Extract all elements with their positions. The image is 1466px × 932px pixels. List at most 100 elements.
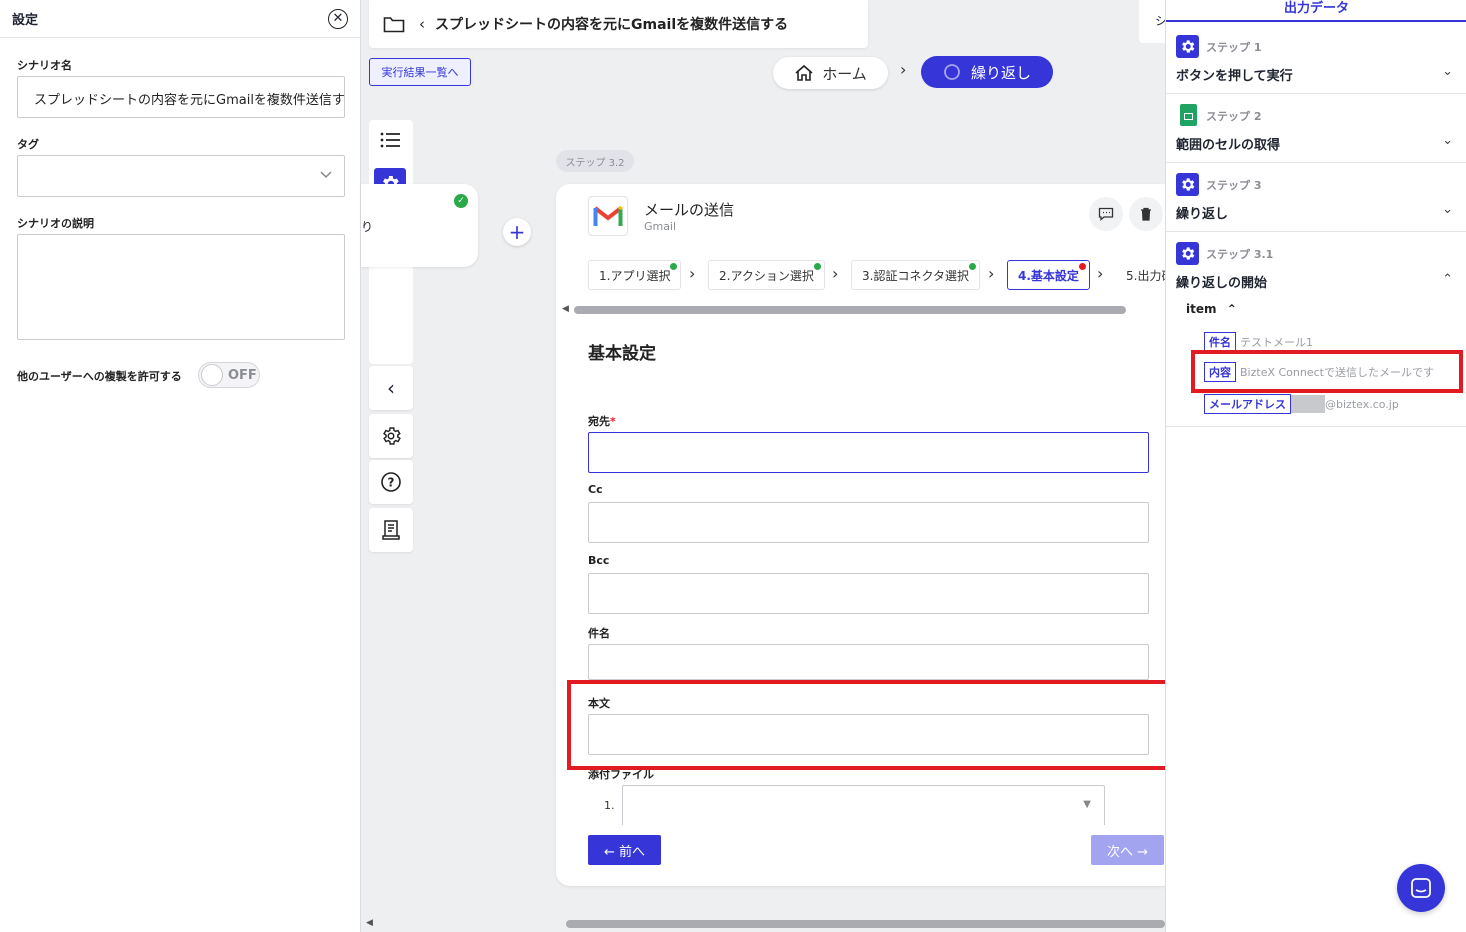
close-icon[interactable]: ✕ — [328, 8, 348, 29]
google-sheets-icon — [1180, 104, 1197, 126]
output-step-number: ステップ 3.1 — [1206, 248, 1274, 261]
copy-permission-toggle[interactable]: OFF — [198, 362, 260, 388]
chevron-up-icon: ⌃ — [1226, 302, 1237, 316]
item-group[interactable]: item ⌃ — [1186, 302, 1237, 316]
scenario-name-value: スプレッドシートの内容を元にGmailを複数件送信する — [34, 93, 345, 108]
back-chevron-icon[interactable]: ‹ — [419, 15, 425, 33]
add-step-icon[interactable]: + — [503, 218, 531, 246]
output-step-2[interactable]: ステップ 2 範囲のセルの取得 ⌄ — [1166, 94, 1466, 163]
log-button[interactable] — [369, 508, 413, 552]
folder-icon[interactable] — [383, 15, 405, 33]
description-textarea[interactable] — [17, 234, 345, 340]
tab-chevron-icon: › — [988, 264, 995, 283]
error-dot-icon — [1078, 263, 1086, 270]
app-title: メールの送信 — [644, 201, 735, 219]
tab-basic-settings[interactable]: 4.基本設定 — [1007, 260, 1090, 290]
output-step-name: 繰り返しの開始 — [1176, 276, 1268, 291]
chevron-down-icon[interactable]: ⌄ — [1442, 133, 1453, 148]
output-item-row[interactable]: 件名 テストメール1 — [1204, 332, 1313, 352]
home-nav-label: ホーム — [822, 64, 867, 83]
trash-icon — [1141, 207, 1151, 221]
loop-nav-label: 繰り返し — [970, 63, 1031, 82]
caret-down-icon: ▼ — [1083, 799, 1091, 810]
home-icon — [795, 64, 813, 81]
bcc-input[interactable] — [588, 573, 1149, 614]
tab-output-check[interactable]: 5.出力確 — [1116, 260, 1165, 290]
tab-app-select[interactable]: 1.アプリ選択 — [588, 260, 682, 290]
toggle-state-text: OFF — [228, 367, 257, 383]
list-icon[interactable] — [380, 131, 402, 153]
bcc-label: Bcc — [588, 554, 610, 567]
output-item-row[interactable]: メールアドレス @biztex.co.jp — [1204, 394, 1399, 414]
results-link-button[interactable]: 実行結果一覧へ — [369, 58, 471, 86]
tag-label: タグ — [17, 138, 39, 151]
output-step-1[interactable]: ステップ 1 ボタンを押して実行 ⌄ — [1166, 24, 1466, 94]
scenario-name-input[interactable]: スプレッドシートの内容を元にGmailを複数件送信する — [17, 76, 345, 118]
tag-select[interactable] — [17, 155, 345, 197]
comment-icon — [1098, 207, 1114, 221]
tab-chevron-icon: › — [832, 264, 839, 283]
tab-label: 1.アプリ選択 — [599, 268, 671, 283]
canvas-horizontal-scrollbar[interactable] — [566, 920, 1165, 928]
check-dot-icon — [968, 263, 976, 270]
home-nav-button[interactable]: ホーム — [773, 57, 888, 89]
description-label: シナリオの説明 — [17, 217, 94, 230]
scenario-name-label: シナリオ名 — [17, 59, 72, 72]
scroll-left-icon[interactable]: ◀ — [562, 304, 569, 314]
output-item-key: メールアドレス — [1204, 394, 1291, 414]
next-button[interactable]: 次へ → — [1091, 835, 1164, 865]
chat-icon — [1411, 878, 1431, 898]
collapse-button[interactable]: ‹ — [369, 366, 413, 410]
settings-button[interactable] — [369, 414, 413, 458]
gmail-icon — [588, 196, 628, 236]
attachment-select[interactable]: ▼ — [622, 785, 1105, 825]
tab-action-select[interactable]: 2.アクション選択 — [708, 260, 825, 290]
output-step-3-1[interactable]: ステップ 3.1 繰り返しの開始 ⌃ item ⌃ 件名 テストメール1 内容 Bi… — [1166, 232, 1466, 427]
chevron-down-icon[interactable]: ⌄ — [1442, 64, 1453, 79]
check-dot-icon — [813, 263, 821, 270]
chevron-down-icon[interactable]: ⌄ — [1442, 202, 1453, 217]
chevron-down-icon — [320, 171, 332, 179]
previous-node-text: り — [361, 220, 374, 234]
cc-input[interactable] — [588, 502, 1149, 543]
section-title: 基本設定 — [588, 344, 656, 364]
subject-input[interactable] — [588, 644, 1149, 680]
tab-label: 4.基本設定 — [1018, 268, 1079, 283]
tab-connector-select[interactable]: 3.認証コネクタ選択 — [851, 260, 980, 290]
delete-button[interactable] — [1129, 197, 1163, 231]
chat-launcher-button[interactable] — [1397, 864, 1445, 912]
help-button[interactable]: ? — [369, 460, 413, 504]
cc-label: Cc — [588, 483, 603, 496]
step-badge: ステップ 3.2 — [556, 150, 634, 172]
output-step-3[interactable]: ステップ 3 繰り返し ⌄ — [1166, 163, 1466, 232]
comment-button[interactable] — [1089, 197, 1123, 231]
tab-label: 2.アクション選択 — [719, 268, 814, 283]
svg-text:?: ? — [388, 476, 395, 490]
partial-tab[interactable]: シ — [1139, 0, 1167, 43]
gear-icon — [383, 427, 401, 445]
to-label-text: 宛先 — [588, 415, 610, 428]
canvas-scroll-left-icon[interactable]: ◀ — [366, 918, 373, 928]
loop-nav-button[interactable]: 繰り返し — [921, 56, 1053, 88]
prev-button[interactable]: ← 前へ — [588, 835, 661, 865]
output-step-number: ステップ 1 — [1206, 41, 1262, 54]
previous-step-node[interactable]: り ✓ — [361, 184, 478, 267]
tab-label: 3.認証コネクタ選択 — [862, 268, 969, 283]
loop-icon — [944, 64, 960, 80]
chevron-up-icon[interactable]: ⌃ — [1442, 272, 1453, 287]
check-dot-icon — [670, 263, 678, 270]
output-data-panel: 出力データ ステップ 1 ボタンを押して実行 ⌄ ステップ 2 範囲のセルの取得… — [1165, 0, 1466, 932]
chevron-left-icon: ‹ — [387, 376, 395, 400]
tab-chevron-icon: › — [689, 264, 696, 283]
output-step-name: ボタンを押して実行 — [1176, 69, 1293, 84]
breadcrumb: ‹ スプレッドシートの内容を元にGmailを複数件送信する — [369, 0, 868, 48]
required-mark: * — [610, 415, 616, 428]
horizontal-scrollbar[interactable] — [574, 306, 1126, 314]
output-item-key: 件名 — [1204, 332, 1236, 352]
help-icon: ? — [381, 472, 401, 492]
output-header-title: 出力データ — [1283, 1, 1349, 16]
document-icon — [382, 520, 400, 540]
toggle-knob — [201, 364, 223, 386]
highlight-content-item — [1191, 350, 1463, 393]
to-input[interactable] — [588, 432, 1149, 473]
